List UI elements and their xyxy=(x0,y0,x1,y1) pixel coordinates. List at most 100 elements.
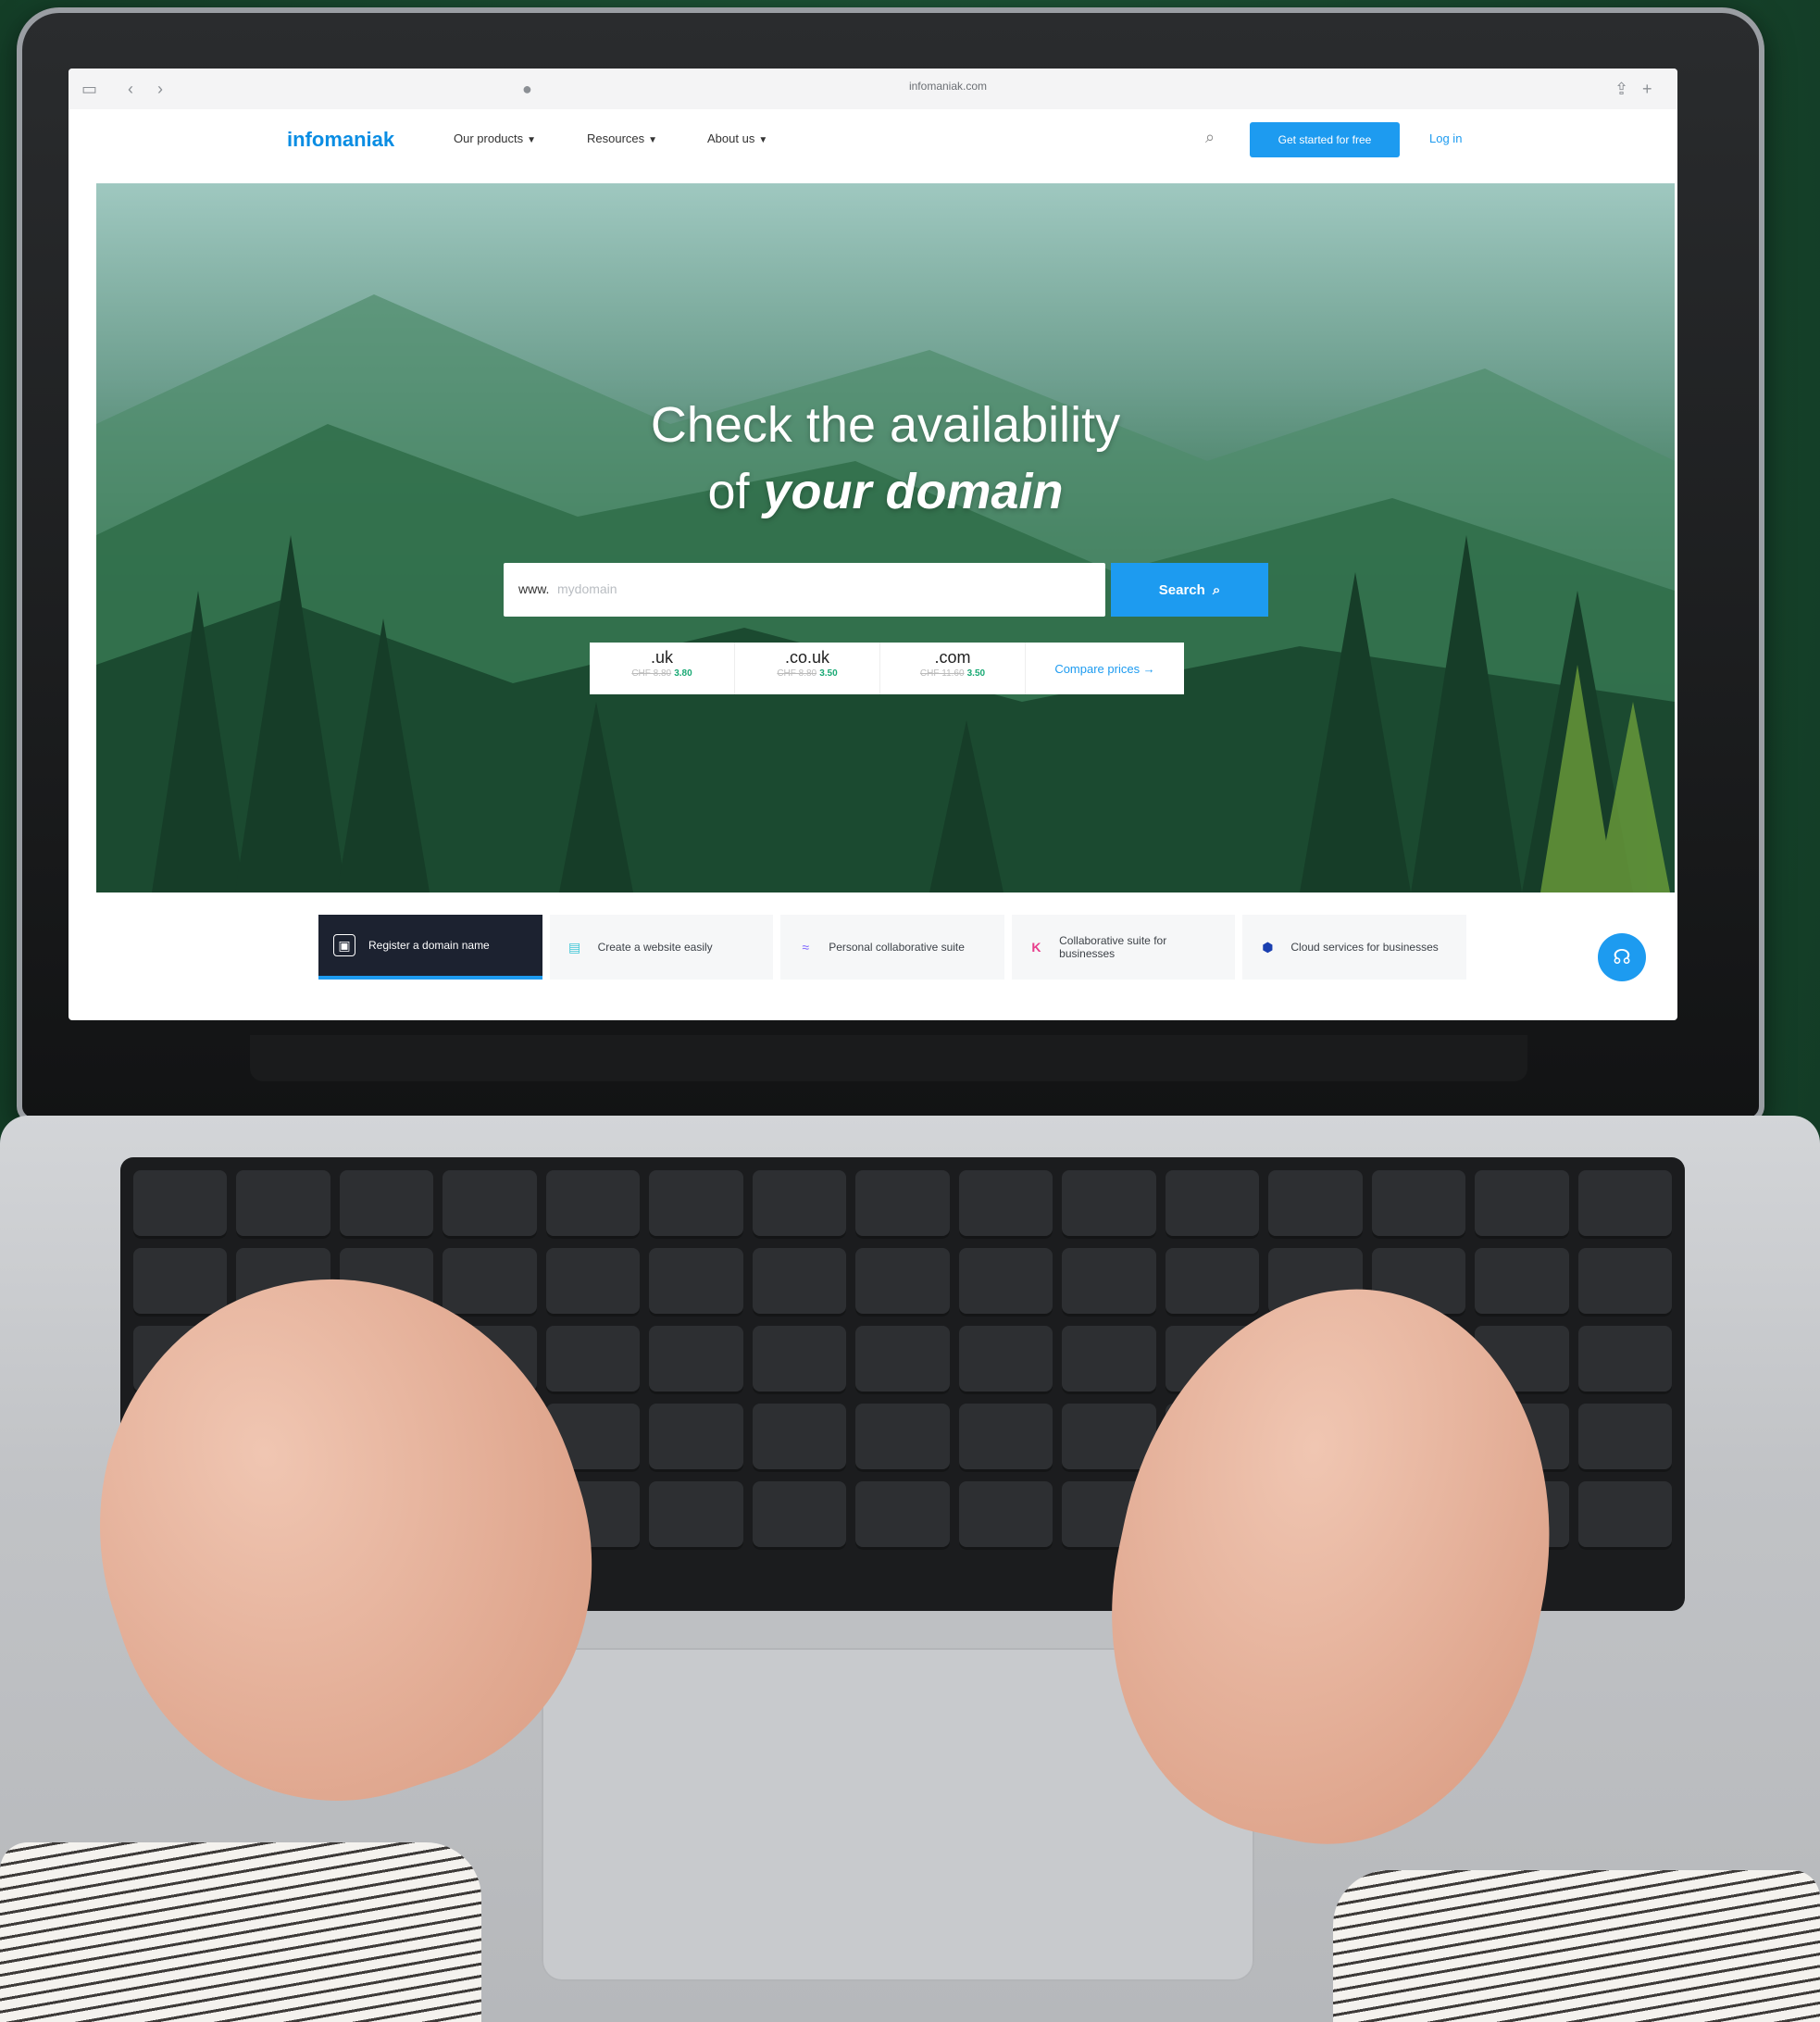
key xyxy=(1062,1326,1156,1394)
forward-icon[interactable]: › xyxy=(157,80,163,99)
key xyxy=(1577,1248,1672,1317)
tld-price-strip: .uk CHF 8.80 3.80 .co.uk CHF 8.80 3.50 .… xyxy=(590,643,1184,694)
left-sleeve xyxy=(0,1842,481,2022)
tld-name: .uk xyxy=(650,648,673,667)
key xyxy=(1062,1248,1156,1317)
sidebar-icon[interactable]: ▭ xyxy=(81,80,97,99)
key xyxy=(1475,1248,1569,1317)
key xyxy=(1577,1404,1672,1472)
key xyxy=(1165,1248,1260,1317)
search-button-label: Search xyxy=(1158,581,1205,598)
key xyxy=(133,1248,228,1317)
nav-label: Resources xyxy=(587,131,645,145)
key xyxy=(855,1404,950,1472)
headline-line-1: Check the availability xyxy=(650,397,1121,453)
headline-line-2: of your domain xyxy=(96,458,1675,525)
chevron-down-icon: ▼ xyxy=(758,135,768,145)
tld-name: .com xyxy=(934,648,971,667)
product-tabs: ▣ Register a domain name ▤ Create a webs… xyxy=(318,915,1466,980)
chevron-down-icon: ▼ xyxy=(648,135,658,145)
domain-search-input[interactable]: www. mydomain xyxy=(504,563,1105,617)
nav-about-us[interactable]: About us ▼ xyxy=(707,131,767,145)
key xyxy=(752,1248,847,1317)
compare-prices-link[interactable]: Compare prices → xyxy=(1026,643,1184,694)
tld-price-co-uk[interactable]: .co.uk CHF 8.80 3.50 xyxy=(735,643,880,694)
nav-our-products[interactable]: Our products ▼ xyxy=(454,131,536,145)
key xyxy=(958,1326,1053,1394)
kmail-icon: ≈ xyxy=(802,940,810,955)
tab-label: Personal collaborative suite xyxy=(829,941,965,954)
key xyxy=(1371,1170,1466,1239)
key xyxy=(443,1170,537,1239)
domain-icon: ▣ xyxy=(333,934,355,956)
key xyxy=(545,1248,641,1317)
back-icon[interactable]: ‹ xyxy=(128,80,133,99)
search-icon: ⌕ xyxy=(1212,581,1221,598)
headline-emphasis: your domain xyxy=(763,464,1064,519)
tld-new-price: 3.50 xyxy=(819,668,838,679)
key xyxy=(752,1404,847,1472)
key xyxy=(649,1248,743,1317)
site-header: infomaniak Our products ▼ Resources ▼ Abou… xyxy=(69,109,1677,168)
infomaniak-logo[interactable]: infomaniak xyxy=(287,128,394,152)
domain-search-button[interactable]: Search ⌕ xyxy=(1111,563,1268,617)
privacy-icon[interactable]: ● xyxy=(522,80,532,99)
tab-register-domain[interactable]: ▣ Register a domain name xyxy=(318,915,542,980)
tld-old-price: CHF 11.60 xyxy=(919,668,965,679)
chat-icon: ☊ xyxy=(1613,945,1631,968)
tab-label: Collaborative suite for businesses xyxy=(1059,934,1167,960)
share-icon[interactable]: ⇪ xyxy=(1614,80,1628,99)
nav-label: About us xyxy=(707,131,755,145)
support-chat-button[interactable]: ☊ xyxy=(1598,933,1646,981)
headline-prefix: of xyxy=(707,464,764,519)
kdrive-icon: K xyxy=(1031,940,1041,955)
tab-business-suite[interactable]: K Collaborative suite for businesses xyxy=(1011,915,1236,980)
laptop-screen: ▭ ‹ › ● infomaniak.com ⇪ + infomaniak Ou… xyxy=(69,69,1677,1020)
new-tab-icon[interactable]: + xyxy=(1642,80,1652,99)
key xyxy=(958,1404,1053,1472)
hero-banner: Check the availability of your domain ww… xyxy=(96,183,1675,892)
search-prefix: www. xyxy=(518,581,550,596)
key xyxy=(958,1248,1053,1317)
key xyxy=(236,1170,330,1239)
tld-new-price: 3.50 xyxy=(966,668,986,679)
tab-cloud-services[interactable]: ⬢ Cloud services for businesses xyxy=(1242,915,1466,980)
key xyxy=(339,1170,434,1239)
key xyxy=(752,1326,847,1394)
tld-old-price: CHF 8.80 xyxy=(777,668,817,679)
tld-price-com[interactable]: .com CHF 11.60 3.50 xyxy=(880,643,1026,694)
key xyxy=(649,1481,743,1550)
address-bar[interactable]: infomaniak.com xyxy=(809,80,1087,98)
get-started-button[interactable]: Get started for free xyxy=(1250,122,1400,157)
tld-new-price: 3.80 xyxy=(674,668,692,679)
key xyxy=(1475,1170,1569,1239)
key xyxy=(545,1170,641,1239)
tld-price-uk[interactable]: .uk CHF 8.80 3.80 xyxy=(590,643,735,694)
tab-label: Cloud services for businesses xyxy=(1290,941,1439,954)
tab-personal-suite[interactable]: ≈ Personal collaborative suite xyxy=(780,915,1004,980)
key xyxy=(1577,1326,1672,1394)
right-sleeve xyxy=(1333,1870,1820,2022)
key xyxy=(1268,1170,1363,1239)
key xyxy=(1062,1170,1156,1239)
tld-old-price: CHF 8.80 xyxy=(631,668,672,679)
key xyxy=(855,1481,950,1550)
login-link[interactable]: Log in xyxy=(1429,131,1462,145)
tab-create-website[interactable]: ▤ Create a website easily xyxy=(549,915,774,980)
key xyxy=(752,1170,847,1239)
hero-headline: Check the availability of your domain xyxy=(96,392,1675,525)
key xyxy=(855,1326,950,1394)
key xyxy=(1165,1170,1260,1239)
nav-label: Our products xyxy=(454,131,524,145)
key xyxy=(1577,1170,1672,1239)
browser-toolbar: ▭ ‹ › ● infomaniak.com ⇪ + xyxy=(69,69,1677,110)
key xyxy=(855,1170,950,1239)
search-icon[interactable]: ⌕ xyxy=(1205,128,1215,147)
search-placeholder: mydomain xyxy=(557,581,617,596)
cloud-icon: ⬢ xyxy=(1262,939,1274,955)
nav-resources[interactable]: Resources ▼ xyxy=(587,131,657,145)
key xyxy=(958,1170,1053,1239)
key xyxy=(649,1326,743,1394)
website-icon: ▤ xyxy=(567,939,581,955)
key xyxy=(443,1248,537,1317)
